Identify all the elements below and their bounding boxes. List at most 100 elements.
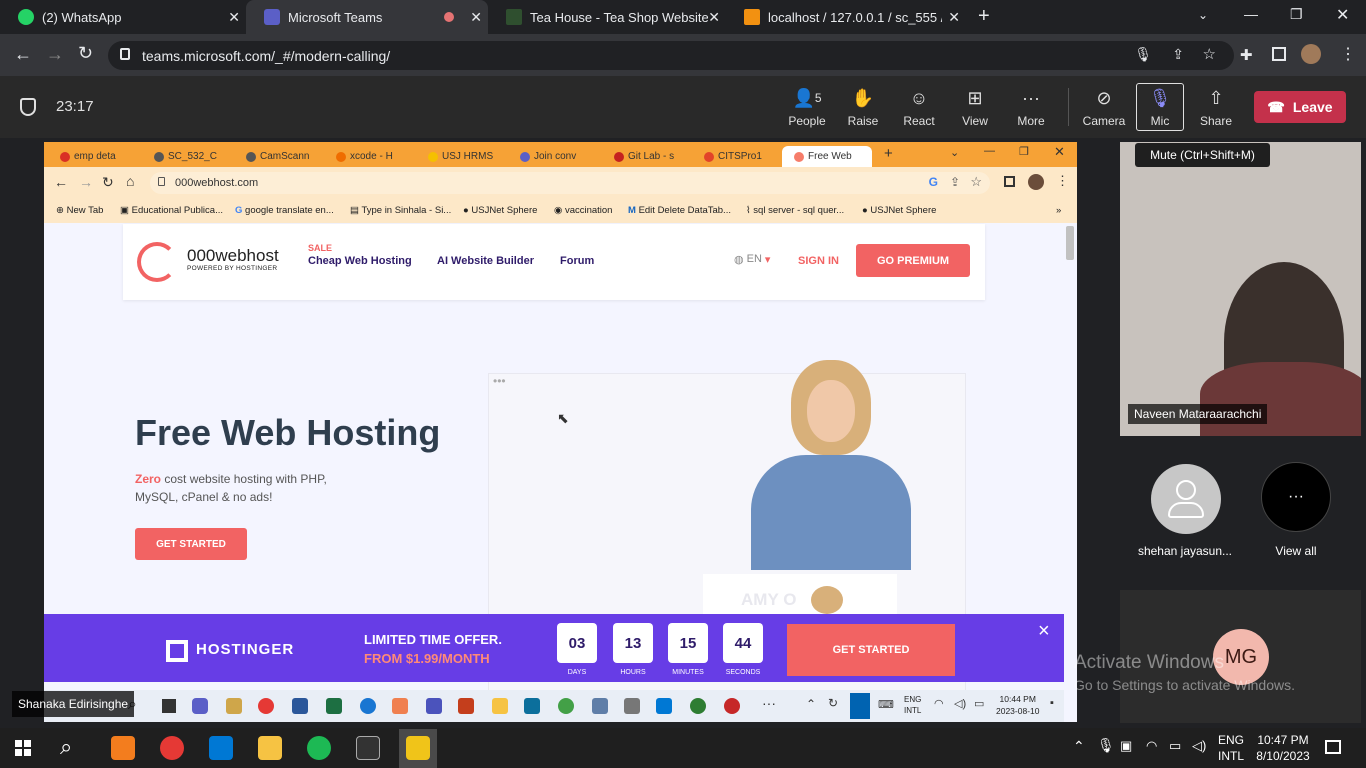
participant-avatar[interactable] [1151, 464, 1221, 534]
bookmarks-bar: ⊕ New Tab ▣ Educational Publica... G goo… [44, 199, 1077, 223]
notification-center-icon[interactable] [1325, 740, 1341, 754]
app-icon [392, 698, 408, 714]
share-icon[interactable]: ⇪ [1172, 46, 1184, 63]
people-button[interactable]: 👤 5 People [783, 86, 831, 129]
mic-button[interactable]: 🎙 Mic [1136, 86, 1184, 129]
side-panel-icon[interactable] [1272, 47, 1286, 61]
tab-microsoft-teams[interactable]: Microsoft Teams ✕ [246, 0, 488, 34]
shared-tab-label: CamScann [260, 151, 310, 162]
microphone-icon[interactable]: 🎙 [1097, 737, 1115, 754]
microphone-icon[interactable]: 🎙 [1134, 46, 1152, 63]
jacket-shape [751, 455, 911, 570]
window-close-icon[interactable]: ✕ [1336, 5, 1349, 25]
battery-icon[interactable]: ▭ [1169, 738, 1181, 754]
shield-icon [20, 98, 36, 116]
bookmark-item: ◉ vaccination [554, 205, 613, 216]
bookmark-item: ⌇ sql server - sql quer... [746, 205, 845, 216]
close-icon[interactable]: ✕ [948, 9, 960, 26]
view-button[interactable]: ⊞ View [951, 86, 999, 129]
restore-icon[interactable]: ❐ [1290, 6, 1303, 23]
shared-tab: Git Lab - s [602, 146, 692, 167]
os-lang1: ENG [1218, 733, 1245, 747]
share-button[interactable]: ⇧ Share [1192, 86, 1240, 129]
app-icon [624, 698, 640, 714]
forward-icon[interactable]: → [46, 44, 64, 65]
microphone-tray-icon [850, 693, 870, 719]
chrome-taskbar-icon[interactable] [160, 736, 184, 760]
tea-house-icon [506, 9, 522, 25]
network-icon[interactable]: ◠ [1146, 738, 1157, 754]
bookmark-label: vaccination [564, 205, 613, 216]
bookmark-item: ▣ Educational Publica... [120, 205, 223, 216]
new-tab-button[interactable]: + [978, 5, 990, 28]
back-icon[interactable]: ← [14, 44, 32, 65]
tray-chevron-icon[interactable]: ⌃ [1073, 738, 1085, 755]
globe-icon: ◍ [734, 254, 744, 266]
close-icon[interactable]: ✕ [470, 9, 482, 26]
forward-icon: → [79, 174, 93, 190]
shared-tab-label: USJ HRMS [442, 151, 494, 162]
tab-label: (2) WhatsApp [42, 9, 122, 25]
browser-menu-icon[interactable]: ⋮ [1340, 44, 1356, 64]
share-icon: ⇪ [949, 175, 960, 189]
leave-button[interactable]: ☎ Leave [1254, 91, 1346, 123]
bookmark-label: Type in Sinhala - Si... [361, 205, 452, 216]
person-body-icon [1168, 502, 1204, 518]
countdown-hours-label: HOURS [620, 669, 646, 676]
url-bar[interactable]: teams.microsoft.com/_#/modern-calling/ 🎙… [108, 41, 1234, 70]
device-icon[interactable]: ▣ [1120, 738, 1132, 754]
minimize-icon[interactable]: — [1244, 6, 1258, 22]
tab-tea-house[interactable]: Tea House - Tea Shop Website Te ✕ [488, 0, 726, 34]
file-explorer-icon[interactable] [258, 736, 282, 760]
vscode-taskbar-icon[interactable] [209, 736, 233, 760]
meeting-timer: 23:17 [56, 98, 94, 115]
site-logo: 000webhost [187, 246, 279, 265]
view-all-button[interactable]: ··· [1261, 462, 1331, 532]
shared-tab: CITSPro1 [692, 146, 782, 167]
participant-shirt-shape [1200, 362, 1361, 436]
camera-off-icon: ⊘ [1096, 87, 1112, 108]
shared-tab-bar: emp deta SC_532_C CamScann xcode - H USJ… [44, 142, 1077, 167]
spotify-icon[interactable] [307, 736, 331, 760]
screen-share-icon[interactable] [406, 736, 430, 760]
close-icon[interactable]: ✕ [228, 9, 240, 26]
tab-localhost[interactable]: localhost / 127.0.0.1 / sc_555 / us ✕ [726, 0, 966, 34]
bookmark-star-icon[interactable]: ☆ [1203, 45, 1216, 63]
countdown-days: 03 [557, 623, 597, 663]
react-button[interactable]: ☺ React [895, 86, 943, 129]
profile-avatar[interactable] [1301, 44, 1321, 64]
os-language[interactable]: ENG INTL [1218, 732, 1244, 764]
tab-search-icon[interactable]: ⌄ [1198, 8, 1208, 22]
language-label: EN [746, 253, 762, 265]
os-clock[interactable]: 10:47 PM 8/10/2023 [1254, 732, 1312, 764]
volume-icon[interactable]: ◁) [1192, 738, 1206, 754]
side-panel-icon [1004, 176, 1015, 187]
000webhost-icon [794, 151, 804, 162]
xampp-taskbar-icon[interactable] [111, 736, 135, 760]
gitlab-icon [704, 151, 714, 162]
camera-button[interactable]: ⊘ Camera [1080, 86, 1128, 129]
shared-tab: CamScann [234, 146, 324, 167]
leave-label: Leave [1292, 99, 1333, 115]
shared-time: 10:44 PM [999, 694, 1036, 704]
terminal-icon[interactable] [356, 736, 380, 760]
tab-whatsapp[interactable]: (2) WhatsApp ✕ [0, 0, 246, 34]
bookmark-label: New Tab [66, 205, 104, 216]
close-icon[interactable]: ✕ [708, 9, 720, 26]
reload-icon[interactable]: ↻ [78, 43, 93, 64]
offer-brand: HOSTINGER [196, 641, 295, 658]
extensions-icon[interactable]: ✚ [1240, 46, 1253, 64]
more-button[interactable]: ··· More [1007, 86, 1055, 129]
shared-lang1: ENG [904, 695, 922, 704]
mic-label: Mic [1150, 114, 1170, 128]
shared-tab: Join conv [508, 146, 602, 167]
search-icon[interactable]: ⌕ [60, 734, 72, 760]
scrollbar-thumb [1066, 226, 1074, 260]
smiley-icon: ☺ [909, 87, 929, 108]
refresh-icon: ↻ [828, 696, 839, 710]
raise-hand-button[interactable]: ✋ Raise [839, 86, 887, 129]
windows-start-icon[interactable] [15, 740, 31, 756]
hang-up-icon: ☎ [1267, 98, 1285, 115]
participant-name: shehan jayasun... [1137, 544, 1233, 558]
site-header: 000webhost POWERED BY HOSTINGER SALE Che… [123, 224, 985, 300]
